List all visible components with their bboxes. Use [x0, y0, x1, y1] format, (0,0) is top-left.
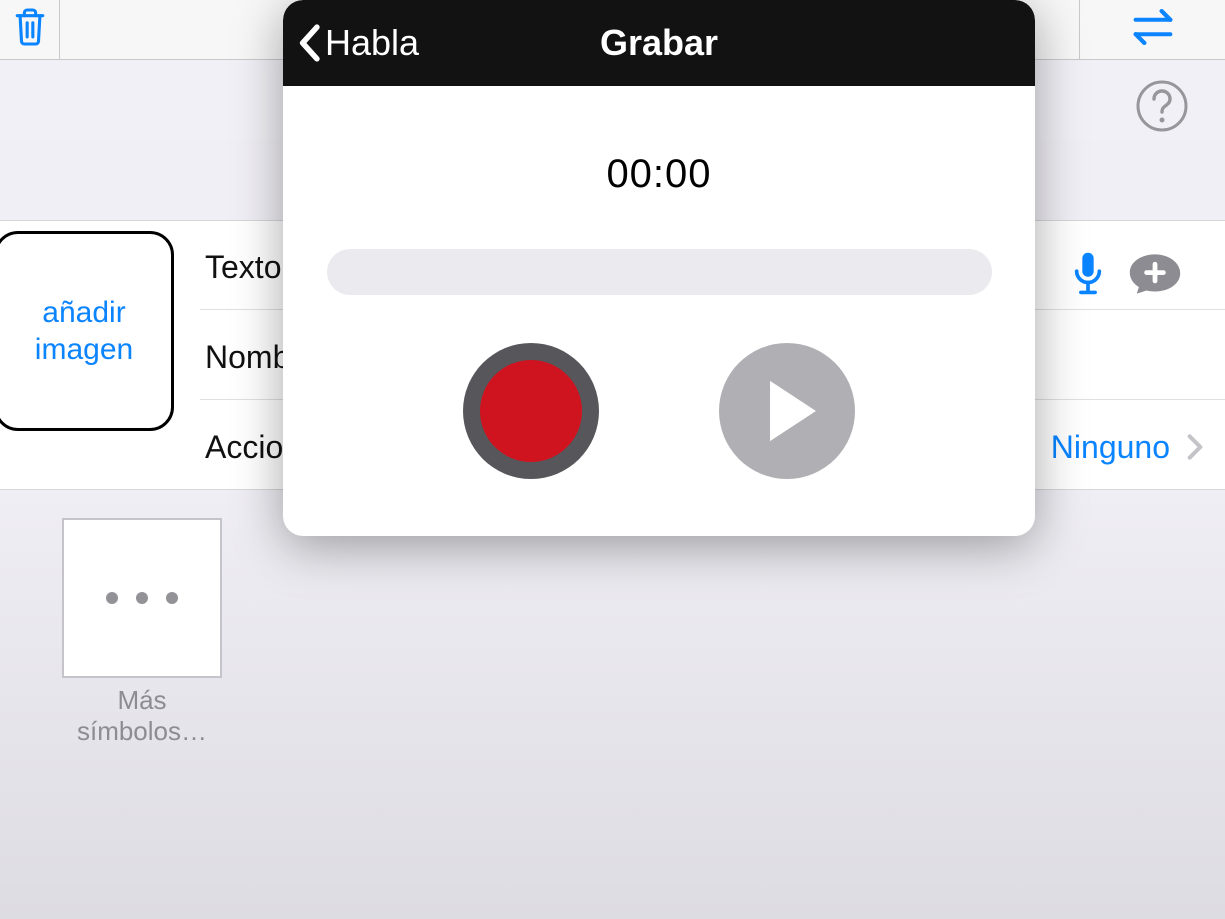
row-label-name: Nomb — [205, 339, 290, 376]
swap-arrows-icon — [1127, 8, 1179, 51]
action-value[interactable]: Ninguno — [1051, 429, 1170, 466]
swap-button[interactable] — [1080, 0, 1225, 59]
record-speech-button[interactable] — [1071, 251, 1105, 302]
add-image-button[interactable]: añadir imagen — [0, 231, 174, 431]
chevron-right-icon — [1187, 433, 1203, 466]
add-speech-bubble-button[interactable] — [1127, 251, 1183, 302]
record-popover: Habla Grabar 00:00 — [283, 0, 1035, 536]
more-symbols-label: Más símbolos… — [52, 685, 232, 747]
record-button[interactable] — [463, 343, 599, 479]
chevron-left-icon — [297, 24, 321, 62]
record-icon — [480, 360, 582, 462]
recording-controls — [283, 343, 1035, 479]
help-icon — [1134, 78, 1190, 134]
back-label: Habla — [325, 22, 419, 64]
back-button[interactable]: Habla — [297, 22, 419, 64]
recording-timer: 00:00 — [283, 152, 1035, 197]
help-button[interactable] — [1134, 78, 1190, 134]
row-label-action: Accio — [205, 429, 283, 466]
add-image-label: añadir imagen — [0, 294, 171, 369]
play-button[interactable] — [719, 343, 855, 479]
ellipsis-icon — [106, 592, 178, 604]
trash-icon — [13, 7, 47, 52]
row-label-text: Texto — [205, 249, 281, 286]
play-icon — [764, 378, 822, 444]
more-symbols-button[interactable] — [62, 518, 222, 678]
microphone-icon — [1071, 251, 1105, 297]
speech-plus-icon — [1127, 251, 1183, 297]
popover-header: Habla Grabar — [283, 0, 1035, 86]
delete-button[interactable] — [0, 0, 60, 59]
symbol-suggestions-area: Más símbolos… — [0, 490, 1225, 919]
recording-progress-bar[interactable] — [327, 249, 992, 295]
